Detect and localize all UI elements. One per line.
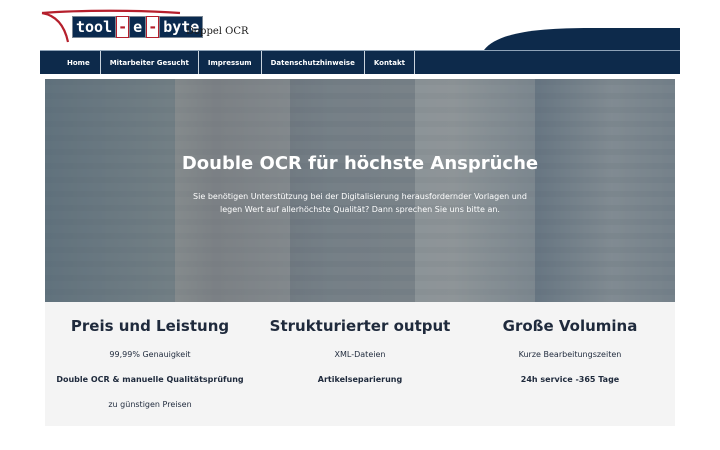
logo[interactable]: tool - e - byte (72, 16, 204, 38)
feature-preis-und-leistung: Preis und Leistung 99,99% Genauigkeit Do… (45, 302, 255, 426)
logo-part: - (146, 16, 160, 38)
feature-text: XML-Dateien (334, 350, 386, 359)
features-section: Preis und Leistung 99,99% Genauigkeit Do… (45, 302, 675, 426)
feature-text (255, 400, 465, 412)
site-title: Doppel OCR (186, 26, 249, 37)
logo-part: - (116, 16, 130, 38)
feature-text: Kurze Bearbeitungszeiten (518, 350, 622, 359)
feature-strukturierter-output: Strukturierter output XML-Dateien Artike… (255, 302, 465, 426)
nav-item-kontakt[interactable]: Kontakt (365, 51, 415, 74)
nav-item-datenschutzhinweise[interactable]: Datenschutzhinweise (262, 51, 365, 74)
main-nav: Home Mitarbeiter Gesucht Impressum Daten… (40, 50, 680, 74)
feature-title: Große Volumina (502, 317, 638, 335)
feature-title: Strukturierter output (269, 317, 451, 335)
feature-text (465, 400, 675, 412)
nav-item-mitarbeiter-gesucht[interactable]: Mitarbeiter Gesucht (101, 51, 199, 74)
feature-text-bold: Double OCR & manuelle Qualitätsprüfung (56, 375, 244, 384)
site-header: tool - e - byte Doppel OCR Home Mitarbei… (0, 0, 720, 78)
hero-description: Sie benötigen Unterstützung bei der Digi… (193, 192, 527, 214)
logo-part: tool (72, 16, 117, 38)
feature-text: zu günstigen Preisen (108, 400, 192, 409)
feature-text: 99,99% Genauigkeit (109, 350, 191, 359)
feature-title: Preis und Leistung (70, 317, 230, 335)
feature-text-bold: 24h service -365 Tage (520, 375, 620, 384)
feature-grosse-volumina: Große Volumina Kurze Bearbeitungszeiten … (465, 302, 675, 426)
nav-item-home[interactable]: Home (40, 51, 101, 74)
header-curve-decoration (484, 28, 680, 50)
feature-text-bold: Artikelseparierung (317, 375, 403, 384)
hero-banner: Double OCR für höchste Ansprüche Sie ben… (45, 79, 675, 302)
hero-title: Double OCR für höchste Ansprüche (181, 153, 539, 174)
nav-item-impressum[interactable]: Impressum (199, 51, 262, 74)
logo-part: e (129, 16, 147, 38)
